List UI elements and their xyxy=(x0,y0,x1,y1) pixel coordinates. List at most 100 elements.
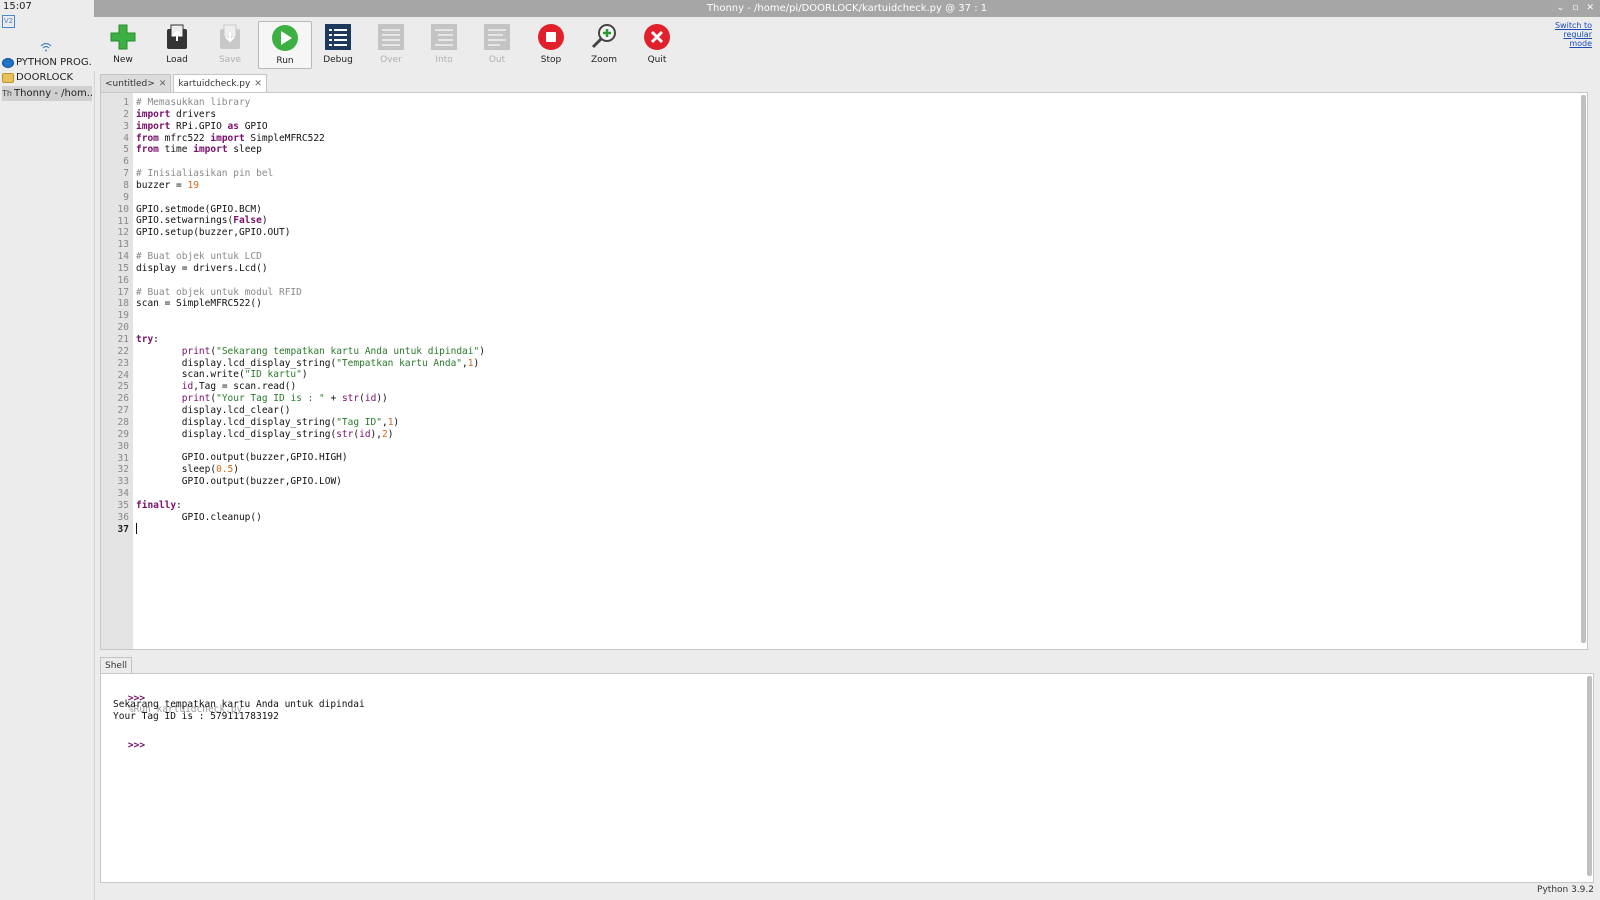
shell-scrollbar[interactable] xyxy=(1587,676,1592,876)
quit-button[interactable]: Quit xyxy=(631,21,683,67)
line-number: 19 xyxy=(117,310,129,322)
code-line[interactable]: # Buat objek untuk modul RFID xyxy=(136,287,1573,299)
code-line[interactable]: sleep(0.5) xyxy=(136,464,1573,476)
run-icon xyxy=(272,25,298,51)
code-line[interactable]: display.lcd_display_string(str(id),2) xyxy=(136,429,1573,441)
code-line[interactable]: GPIO.setup(buzzer,GPIO.OUT) xyxy=(136,227,1573,239)
editor-tabs: <untitled> ✕ kartuidcheck.py ✕ xyxy=(100,74,267,93)
shell-output-line: Your Tag ID is : 579111783192 xyxy=(113,711,279,722)
line-number: 12 xyxy=(117,227,129,239)
save-button[interactable]: Save xyxy=(204,21,256,67)
tab-shell[interactable]: Shell xyxy=(100,657,132,674)
line-number: 27 xyxy=(117,405,129,417)
line-number: 29 xyxy=(117,428,129,440)
code-line[interactable]: # Inisialiasikan pin bel xyxy=(136,168,1573,180)
step-over-button[interactable]: Over xyxy=(365,21,417,67)
new-button[interactable]: New xyxy=(97,21,149,67)
code-line[interactable]: try: xyxy=(136,334,1573,346)
taskbar-item-doorlock[interactable]: DOORLOCK xyxy=(2,70,92,85)
code-line[interactable] xyxy=(136,322,1573,334)
code-line[interactable]: # Memasukkan library xyxy=(136,97,1573,109)
code-line[interactable]: GPIO.cleanup() xyxy=(136,512,1573,524)
line-number: 33 xyxy=(117,476,129,488)
code-line[interactable] xyxy=(136,156,1573,168)
stop-icon xyxy=(538,24,564,50)
code-line[interactable]: finally: xyxy=(136,500,1573,512)
line-number: 28 xyxy=(117,416,129,428)
line-number: 15 xyxy=(117,262,129,274)
wifi-icon[interactable] xyxy=(40,42,52,55)
switch-to-regular-mode-link[interactable]: Switch to regular mode xyxy=(1532,21,1592,48)
tab-untitled[interactable]: <untitled> ✕ xyxy=(100,74,172,92)
code-line[interactable]: from mfrc522 import SimpleMFRC522 xyxy=(136,133,1573,145)
line-number: 32 xyxy=(117,464,129,476)
code-line[interactable]: scan.write("ID kartu") xyxy=(136,369,1573,381)
editor-scrollbar[interactable] xyxy=(1581,95,1586,643)
close-tab-icon[interactable]: ✕ xyxy=(159,79,167,89)
save-icon xyxy=(220,24,240,49)
code-line[interactable]: display.lcd_clear() xyxy=(136,405,1573,417)
code-line[interactable]: # Buat objek untuk LCD xyxy=(136,251,1573,263)
code-line[interactable]: display = drivers.Lcd() xyxy=(136,263,1573,275)
chromium-icon xyxy=(2,57,14,68)
code-line[interactable]: from time import sleep xyxy=(136,144,1573,156)
line-number: 11 xyxy=(117,215,129,227)
taskbar-item-thonny[interactable]: Th Thonny - /hom... xyxy=(2,86,92,101)
line-number: 13 xyxy=(117,239,129,251)
window-title: Thonny - /home/pi/DOORLOCK/kartuidcheck.… xyxy=(706,3,988,14)
line-number: 16 xyxy=(117,274,129,286)
code-line[interactable] xyxy=(136,310,1573,322)
line-number: 14 xyxy=(117,251,129,263)
close-tab-icon[interactable]: ✕ xyxy=(254,79,262,89)
step-over-icon xyxy=(378,24,404,50)
vnc-icon[interactable]: V2 xyxy=(2,15,15,28)
maximize-button[interactable]: ▫ xyxy=(1572,0,1578,17)
close-window-button[interactable]: ✕ xyxy=(1586,0,1594,17)
code-line[interactable]: GPIO.setmode(GPIO.BCM) xyxy=(136,204,1573,216)
taskbar-item-python-prog[interactable]: PYTHON PROG... xyxy=(2,55,92,70)
code-line[interactable]: scan = SimpleMFRC522() xyxy=(136,298,1573,310)
code-line[interactable]: GPIO.output(buzzer,GPIO.LOW) xyxy=(136,476,1573,488)
code-line[interactable] xyxy=(136,239,1573,251)
minimize-button[interactable]: ⌄ xyxy=(1557,0,1565,17)
code-line[interactable]: display.lcd_display_string("Tag ID",1) xyxy=(136,417,1573,429)
code-line[interactable] xyxy=(136,192,1573,204)
code-line[interactable]: GPIO.setwarnings(False) xyxy=(136,215,1573,227)
debug-button[interactable]: Debug xyxy=(312,21,364,67)
stop-button[interactable]: Stop xyxy=(525,21,577,67)
code-line[interactable]: print("Sekarang tempatkan kartu Anda unt… xyxy=(136,346,1573,358)
line-number: 25 xyxy=(117,381,129,393)
line-number: 30 xyxy=(117,440,129,452)
code-editor[interactable]: 1 2 3 4 5 6 7 8 9 10 11 12 13 14 15 16 17 18 19 20 21 22 23 24 2… xyxy=(100,92,1588,650)
shell-console[interactable]: >>> %Run kartuidcheck.py Sekarang tempat… xyxy=(100,673,1594,883)
step-into-button[interactable]: Into xyxy=(418,21,470,67)
window-titlebar: Thonny - /home/pi/DOORLOCK/kartuidcheck.… xyxy=(94,0,1600,17)
step-out-button[interactable]: Out xyxy=(471,21,523,67)
line-number-gutter: 1 2 3 4 5 6 7 8 9 10 11 12 13 14 15 16 17 18 19 20 21 22 23 24 2… xyxy=(101,93,133,649)
code-line[interactable]: GPIO.output(buzzer,GPIO.HIGH) xyxy=(136,452,1573,464)
line-number: 23 xyxy=(117,357,129,369)
tab-kartuidcheck[interactable]: kartuidcheck.py ✕ xyxy=(173,74,267,93)
line-number: 17 xyxy=(117,286,129,298)
line-number: 31 xyxy=(117,452,129,464)
load-button[interactable]: Load xyxy=(151,21,203,67)
code-text[interactable]: # Memasukkan library import drivers import… xyxy=(136,97,1573,535)
code-line[interactable] xyxy=(136,440,1573,452)
code-line[interactable]: buzzer = 19 xyxy=(136,180,1573,192)
code-line[interactable]: print("Your Tag ID is : " + str(id)) xyxy=(136,393,1573,405)
code-line[interactable]: display.lcd_display_string("Tempatkan ka… xyxy=(136,358,1573,370)
taskbar-item-label: PYTHON PROG... xyxy=(16,57,92,68)
code-line[interactable] xyxy=(136,523,1573,535)
line-number: 22 xyxy=(117,345,129,357)
thonny-icon: Th xyxy=(2,88,12,98)
code-line[interactable]: import drivers xyxy=(136,109,1573,121)
zoom-button[interactable]: Zoom xyxy=(578,21,630,67)
code-line[interactable] xyxy=(136,488,1573,500)
code-line[interactable]: import RPi.GPIO as GPIO xyxy=(136,121,1573,133)
code-line[interactable]: id,Tag = scan.read() xyxy=(136,381,1573,393)
run-button[interactable]: Run xyxy=(258,21,312,69)
code-line[interactable] xyxy=(136,275,1573,287)
line-number: 35 xyxy=(117,499,129,511)
toolbar: New Load Save Run Debug Over Into Out St… xyxy=(94,17,1600,71)
shell-prompt: >>> xyxy=(127,740,146,751)
